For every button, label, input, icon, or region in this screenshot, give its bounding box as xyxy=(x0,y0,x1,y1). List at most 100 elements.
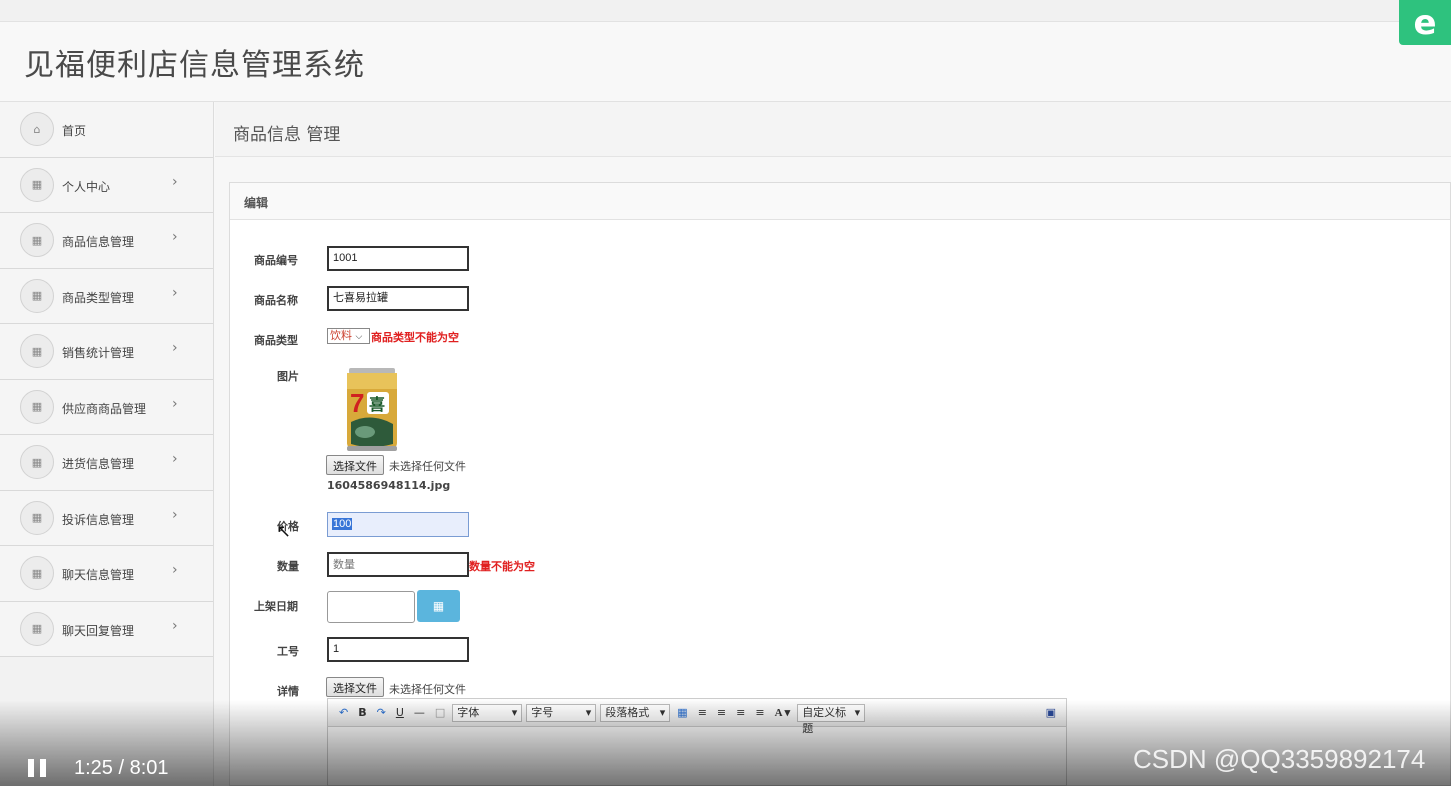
grid-icon: ▦ xyxy=(20,278,54,313)
chevron-down-icon: ▾ xyxy=(659,705,666,719)
chevron-down-icon: ▾ xyxy=(585,705,592,719)
quantity-input[interactable] xyxy=(327,552,469,577)
font-dropdown[interactable]: 字体 ▾ xyxy=(452,703,523,722)
calendar-button[interactable]: ▦ xyxy=(417,590,460,622)
pause-icon[interactable] xyxy=(28,759,48,777)
date-label: 上架日期 xyxy=(254,600,298,613)
sidebar-item-label: 首页 xyxy=(62,124,87,138)
image-label: 图片 xyxy=(277,370,299,383)
chevron-right-icon: › xyxy=(172,617,178,634)
page-title: 商品信息 管理 xyxy=(233,125,341,145)
svg-text:7: 7 xyxy=(350,388,364,418)
sidebar-item-purchase-info[interactable]: ▦ 进货信息管理 › xyxy=(0,435,213,491)
chevron-right-icon: › xyxy=(172,173,178,190)
sidebar-item-label: 进货信息管理 xyxy=(62,457,135,471)
product-name-label: 商品名称 xyxy=(254,294,298,307)
video-time: 1:25 / 8:01 xyxy=(74,757,169,779)
home-icon: ⌂ xyxy=(20,112,54,146)
sidebar-item-product-info[interactable]: ▦ 商品信息管理 › xyxy=(0,213,213,269)
chevron-down-icon: ⌵ xyxy=(355,332,363,342)
chevron-right-icon: › xyxy=(172,340,178,356)
grid-icon: ▦ xyxy=(20,445,54,479)
size-dropdown[interactable]: 字号 ▾ xyxy=(526,703,597,722)
align-justify-icon[interactable]: ≡ xyxy=(755,706,764,719)
undo-icon[interactable]: ↶ xyxy=(339,706,348,719)
mouse-cursor-icon: ↖ xyxy=(276,521,292,542)
align-left-icon[interactable]: ≡ xyxy=(698,706,707,719)
details-file-note: 未选择任何文件 xyxy=(389,683,466,696)
chevron-right-icon: › xyxy=(172,229,178,245)
grid-icon: ▦ xyxy=(20,223,54,257)
chevron-down-icon: ▾ xyxy=(511,705,518,719)
image-file-button[interactable]: 选择文件 xyxy=(326,455,384,475)
price-selected-text: 100 xyxy=(332,518,353,530)
corner-logo: e xyxy=(1399,0,1451,45)
sidebar-item-chat-info[interactable]: ▦ 聊天信息管理 › xyxy=(0,546,213,602)
grid-icon: ▦ xyxy=(20,556,54,590)
product-code-input[interactable]: 1001 xyxy=(327,246,469,271)
document-icon[interactable]: □ xyxy=(435,706,445,719)
chevron-right-icon: › xyxy=(172,395,178,412)
sidebar-item-label: 销售统计管理 xyxy=(62,346,135,360)
watermark: CSDN @QQ3359892174 xyxy=(1133,744,1426,774)
chevron-down-icon: ▾ xyxy=(854,705,861,719)
rich-text-editor[interactable]: ↶ B ↷ U — □ 字体 ▾ 字号 ▾ 段落格式 ▾ ▦ ≡ ≡ ≡ ≡ A… xyxy=(327,698,1067,786)
redo-icon[interactable]: ↷ xyxy=(377,706,386,719)
product-code-label: 商品编号 xyxy=(254,254,298,267)
date-input[interactable] xyxy=(327,591,415,623)
sidebar: ⌂ 首页 ▦ 个人中心 › ▦ 商品信息管理 › ▦ 商品类型管理 › ▦ 销售… xyxy=(0,102,214,786)
font-dropdown-label: 字体 xyxy=(457,705,480,719)
sidebar-item-home[interactable]: ⌂ 首页 xyxy=(0,102,213,158)
custom-title-label: 自定义标题 xyxy=(802,705,847,735)
product-type-error: 商品类型不能为空 xyxy=(371,331,459,344)
align-right-icon[interactable]: ≡ xyxy=(717,706,726,719)
underline-icon[interactable]: U xyxy=(396,706,404,719)
grid-icon: ▦ xyxy=(20,167,54,202)
sidebar-item-label: 聊天信息管理 xyxy=(62,568,135,582)
sidebar-item-label: 商品类型管理 xyxy=(62,290,135,305)
grid-icon: ▦ xyxy=(20,389,54,424)
sidebar-item-product-type[interactable]: ▦ 商品类型管理 › xyxy=(0,268,213,324)
preview-icon[interactable]: ▣ xyxy=(1046,706,1056,719)
paragraph-dropdown[interactable]: 段落格式 ▾ xyxy=(600,703,671,722)
grid-icon: ▦ xyxy=(20,611,54,646)
sidebar-item-supplier-products[interactable]: ▦ 供应商商品管理 › xyxy=(0,379,213,435)
bold-icon[interactable]: B xyxy=(358,706,366,719)
sidebar-item-chat-reply[interactable]: ▦ 聊天回复管理 › xyxy=(0,601,213,657)
chevron-right-icon: › xyxy=(172,451,178,467)
product-type-select[interactable]: 饮料 ⌵ xyxy=(327,328,370,344)
details-file-button[interactable]: 选择文件 xyxy=(326,677,384,697)
custom-title-dropdown[interactable]: 自定义标题 ▾ xyxy=(797,703,866,735)
chevron-right-icon: › xyxy=(172,506,178,523)
align-center-icon[interactable]: ≡ xyxy=(736,706,745,719)
image-file-note: 未选择任何文件 xyxy=(389,460,466,473)
font-color-icon[interactable]: A ▾ xyxy=(775,706,791,719)
paragraph-dropdown-label: 段落格式 xyxy=(605,705,650,719)
table-icon[interactable]: ▦ xyxy=(677,706,687,719)
staff-no-input[interactable]: 1 xyxy=(327,637,469,662)
sidebar-item-sales-stats[interactable]: ▦ 销售统计管理 › xyxy=(0,324,213,380)
sidebar-item-label: 投诉信息管理 xyxy=(62,512,135,527)
price-input[interactable]: 100 xyxy=(327,512,469,537)
grid-icon: ▦ xyxy=(20,500,54,535)
sidebar-item-complaints[interactable]: ▦ 投诉信息管理 › xyxy=(0,490,213,546)
size-dropdown-label: 字号 xyxy=(531,705,554,719)
calendar-icon: ▦ xyxy=(432,599,445,613)
quantity-label: 数量 xyxy=(277,560,299,573)
editor-toolbar: ↶ B ↷ U — □ 字体 ▾ 字号 ▾ 段落格式 ▾ ▦ ≡ ≡ ≡ ≡ A… xyxy=(328,699,1066,735)
chevron-right-icon: › xyxy=(172,562,178,578)
site-title: 见福便利店信息管理系统 xyxy=(24,48,365,83)
staff-no-label: 工号 xyxy=(277,645,299,658)
sidebar-item-personal-center[interactable]: ▦ 个人中心 › xyxy=(0,157,213,213)
product-image: 7 喜 xyxy=(327,362,419,454)
browser-top-strip xyxy=(0,0,1451,22)
image-filename: 1604586948114.jpg xyxy=(327,479,451,492)
product-name-input[interactable]: 七喜易拉罐 xyxy=(327,286,469,311)
horizontal-rule-icon[interactable]: — xyxy=(414,706,425,719)
site-header: 见福便利店信息管理系统 xyxy=(0,22,1451,102)
sidebar-item-label: 商品信息管理 xyxy=(62,235,135,249)
panel-title: 编辑 xyxy=(230,183,1450,220)
quantity-error: 数量不能为空 xyxy=(469,560,535,573)
sidebar-item-label: 个人中心 xyxy=(62,179,111,194)
product-type-value: 饮料 xyxy=(330,329,352,342)
